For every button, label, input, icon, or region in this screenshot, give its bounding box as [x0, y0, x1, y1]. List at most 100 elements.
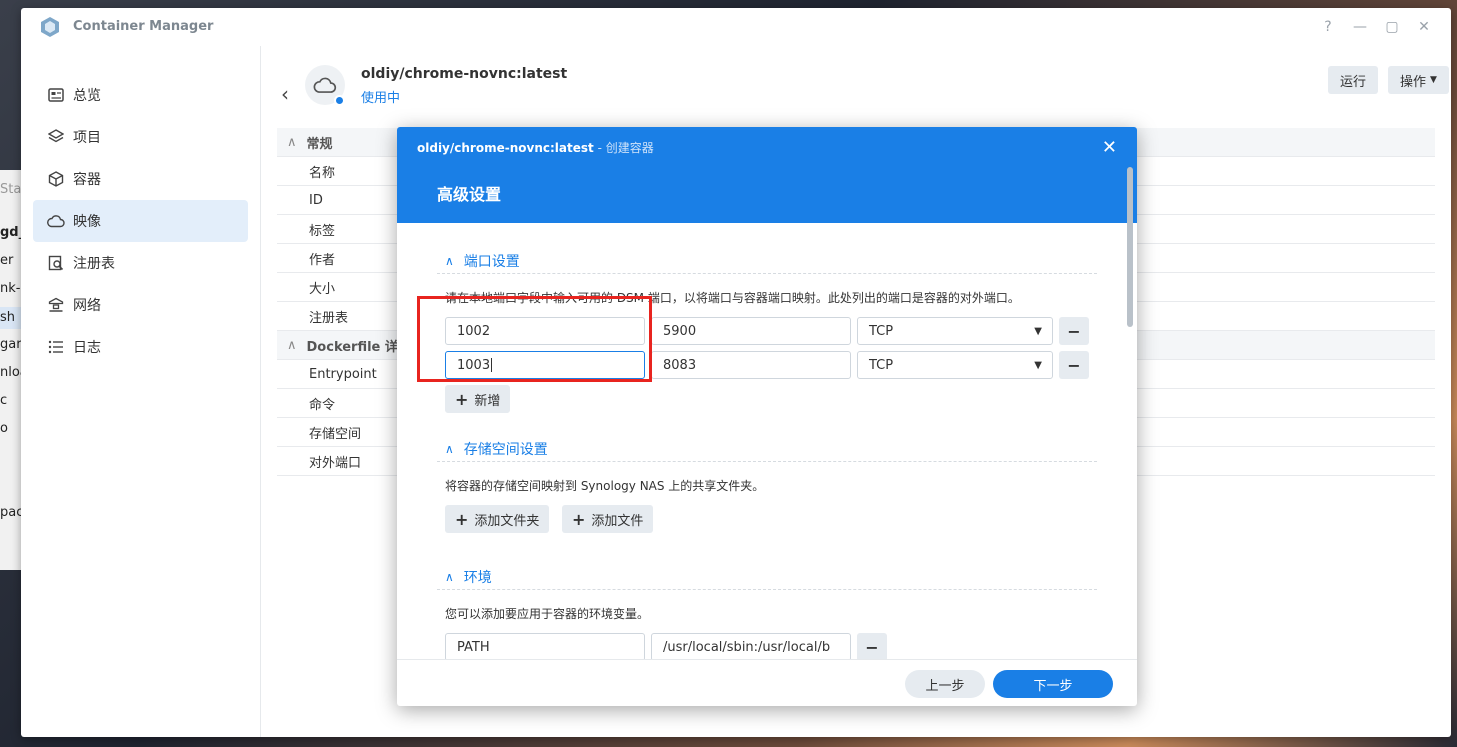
- storage-settings-header[interactable]: ∧ 存储空间设置: [445, 439, 548, 459]
- env-value-input[interactable]: /usr/local/sbin:/usr/local/b: [651, 633, 851, 659]
- sidebar-item-label: 映像: [73, 214, 101, 230]
- next-step-button[interactable]: 下一步: [993, 670, 1113, 698]
- environment-header[interactable]: ∧ 环境: [445, 567, 492, 587]
- app-title: Container Manager: [73, 19, 214, 34]
- maximize-icon[interactable]: ▢: [1383, 18, 1401, 36]
- image-status: 使用中: [361, 91, 401, 106]
- container-port-input[interactable]: 5900: [651, 317, 851, 345]
- env-key-input[interactable]: PATH: [445, 633, 645, 659]
- detail-label: 命令: [309, 397, 336, 413]
- container-manager-logo-icon: [41, 17, 59, 37]
- plus-icon: +: [455, 509, 469, 529]
- sidebar-item-registry[interactable]: 注册表: [33, 242, 248, 284]
- back-chevron-icon[interactable]: ‹: [281, 82, 289, 106]
- sidebar-item-containers[interactable]: 容器: [33, 158, 248, 200]
- minus-icon: −: [1067, 321, 1081, 341]
- plus-icon: +: [455, 389, 469, 409]
- env-value-text: /usr/local/sbin:/usr/local/b: [663, 639, 831, 655]
- section-title-label: 端口设置: [463, 254, 520, 270]
- dialog-close-icon[interactable]: ✕: [1102, 137, 1117, 158]
- sidebar-item-images[interactable]: 映像: [33, 200, 248, 242]
- remove-env-button[interactable]: −: [857, 633, 887, 659]
- minus-icon: −: [865, 637, 879, 657]
- local-port-input[interactable]: 1002: [445, 317, 645, 345]
- protocol-select[interactable]: TCP ▼: [857, 351, 1053, 379]
- bg-fragment: c: [0, 393, 8, 408]
- port-description: 请在本地端口字段中输入可用的 DSM 端口，以将端口与容器端口映射。此处列出的端…: [445, 291, 1020, 305]
- sidebar-item-overview[interactable]: 总览: [33, 74, 248, 116]
- local-port-value: 1003: [457, 357, 491, 373]
- previous-step-label: 上一步: [925, 678, 965, 694]
- dialog-body: ∧ 端口设置 请在本地端口字段中输入可用的 DSM 端口，以将端口与容器端口映射…: [397, 223, 1137, 659]
- sidebar-item-logs[interactable]: 日志: [33, 326, 248, 368]
- local-port-input[interactable]: 1003: [445, 351, 645, 379]
- detail-label: 标签: [309, 223, 336, 239]
- cloud-icon: [47, 212, 65, 230]
- title-bar: Container Manager ? — ▢ ✕: [21, 8, 1451, 46]
- add-file-label: 添加文件: [591, 513, 644, 529]
- storage-description: 将容器的存储空间映射到 Synology NAS 上的共享文件夹。: [445, 479, 765, 493]
- chevron-up-icon: ∧: [287, 337, 297, 353]
- detail-label: 作者: [309, 252, 336, 268]
- help-icon[interactable]: ?: [1319, 18, 1337, 36]
- add-port-label: 新增: [474, 393, 501, 409]
- text-cursor: [491, 358, 493, 372]
- sidebar-item-label: 项目: [73, 130, 101, 146]
- add-file-button[interactable]: + 添加文件: [562, 505, 654, 533]
- add-port-button[interactable]: + 新增: [445, 385, 511, 413]
- next-step-label: 下一步: [1033, 678, 1073, 694]
- detail-label: 存储空间: [309, 426, 362, 442]
- overview-icon: [47, 86, 65, 104]
- sidebar-item-network[interactable]: 网络: [33, 284, 248, 326]
- detail-label: 对外端口: [309, 455, 362, 471]
- dialog-subtitle-suffix: - 创建容器: [593, 141, 654, 155]
- sidebar-item-label: 总览: [73, 88, 101, 104]
- caret-down-icon: ▼: [1430, 75, 1437, 85]
- status-dot-icon: [334, 95, 345, 106]
- bg-fragment: o: [0, 421, 8, 436]
- log-icon: [47, 338, 65, 356]
- protocol-select[interactable]: TCP ▼: [857, 317, 1053, 345]
- minimize-icon[interactable]: —: [1351, 18, 1369, 36]
- chevron-up-icon: ∧: [287, 134, 297, 150]
- add-folder-button[interactable]: + 添加文件夹: [445, 505, 550, 533]
- detail-label: ID: [309, 192, 323, 208]
- remove-port-button[interactable]: −: [1059, 317, 1089, 345]
- caret-down-icon: ▼: [1034, 360, 1042, 371]
- dialog-title: 高级设置: [437, 185, 502, 204]
- protocol-value: TCP: [869, 323, 894, 339]
- create-container-dialog: oldiy/chrome-novnc:latest - 创建容器 ✕ 高级设置 …: [397, 127, 1137, 706]
- section-divider: [437, 273, 1097, 274]
- previous-step-button[interactable]: 上一步: [905, 670, 985, 698]
- chevron-up-icon: ∧: [445, 570, 454, 584]
- sidebar-item-label: 日志: [73, 340, 101, 356]
- sidebar: 总览 项目 容器 映像 注册表 网络 日志: [21, 46, 261, 737]
- dialog-subtitle: oldiy/chrome-novnc:latest - 创建容器: [417, 139, 654, 156]
- sidebar-item-label: 注册表: [73, 256, 115, 272]
- registry-search-icon: [47, 254, 65, 272]
- add-folder-label: 添加文件夹: [474, 513, 540, 529]
- container-port-input[interactable]: 8083: [651, 351, 851, 379]
- local-port-value: 1002: [457, 323, 491, 339]
- minus-icon: −: [1067, 355, 1081, 375]
- chevron-up-icon: ∧: [445, 442, 454, 456]
- remove-port-button[interactable]: −: [1059, 351, 1089, 379]
- dialog-header: oldiy/chrome-novnc:latest - 创建容器 ✕ 高级设置: [397, 127, 1137, 327]
- section-title-label: 环境: [463, 570, 492, 586]
- run-button[interactable]: 运行: [1328, 66, 1379, 94]
- port-settings-header[interactable]: ∧ 端口设置: [445, 251, 520, 271]
- section-divider: [437, 461, 1097, 462]
- close-icon[interactable]: ✕: [1415, 18, 1433, 36]
- detail-label: Entrypoint: [309, 366, 377, 382]
- action-button-label: 操作: [1400, 74, 1427, 90]
- layers-icon: [47, 128, 65, 146]
- sidebar-item-projects[interactable]: 项目: [33, 116, 248, 158]
- bg-fragment: pac: [0, 505, 24, 520]
- section-header-label: Dockerfile 详细: [306, 339, 411, 355]
- sidebar-item-label: 容器: [73, 172, 101, 188]
- action-menu-button[interactable]: 操作 ▼: [1388, 66, 1449, 94]
- dialog-image-name: oldiy/chrome-novnc:latest: [417, 141, 594, 155]
- bg-fragment: er: [0, 253, 14, 268]
- container-port-value: 8083: [663, 357, 697, 373]
- section-header-label: 常规: [306, 136, 333, 152]
